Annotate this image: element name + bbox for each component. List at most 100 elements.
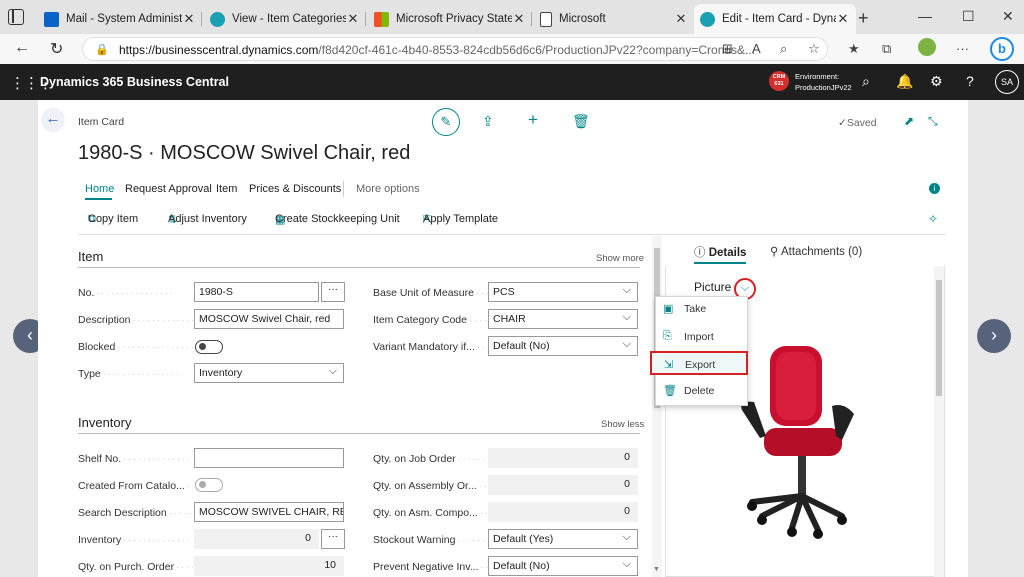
paperclip-icon: ⚲ [770, 246, 781, 258]
refresh-icon[interactable]: ↻ [50, 39, 63, 59]
bc-icon [700, 11, 715, 27]
menu-more-options[interactable]: More options [356, 183, 420, 195]
type-select[interactable]: Inventory [194, 363, 344, 383]
apps-icon[interactable]: ⊞ [722, 41, 733, 57]
environment-value: ProductionJPv22 [795, 83, 852, 92]
prevent-negative-label: Prevent Negative Inv... [373, 561, 488, 573]
browser-tab-item-card[interactable]: Edit - Item Card - Dynamic ✕ [694, 4, 856, 34]
menu-request-approval[interactable]: Request Approval [125, 183, 212, 195]
extension-icon[interactable] [918, 38, 936, 56]
notifications-icon[interactable]: 🔔 [896, 73, 913, 90]
minimize-icon[interactable]: — [918, 8, 932, 24]
close-window-icon[interactable]: ✕ [1002, 8, 1014, 25]
qty-assembly-order-label: Qty. on Assembly Or... [373, 480, 488, 492]
browser-tab-item-categories[interactable]: View - Item Categories - D ✕ [204, 4, 366, 34]
search-description-field[interactable]: MOSCOW SWIVEL CHAIR, RED [194, 502, 344, 522]
settings-icon[interactable]: ⚙ [930, 73, 943, 90]
variant-mandatory-select[interactable]: Default (No) [488, 336, 638, 356]
maximize-icon[interactable]: ☐ [962, 8, 975, 25]
qty-job-order-label: Qty. on Job Order [373, 453, 488, 465]
base-uom-label: Base Unit of Measure [373, 287, 488, 299]
qty-asm-component-label: Qty. on Asm. Compo... [373, 507, 488, 519]
details-tab[interactable]: ⓘ Details [694, 244, 746, 260]
shelf-no-label: Shelf No. [78, 453, 193, 465]
microsoft-icon [374, 11, 389, 27]
import-icon: ⎘ [663, 330, 672, 342]
prevent-negative-select[interactable]: Default (No) [488, 556, 638, 576]
base-uom-select[interactable]: PCS [488, 282, 638, 302]
edit-pencil-icon[interactable]: ✎ [432, 108, 460, 136]
read-aloud-icon[interactable]: A [752, 41, 761, 56]
item-section-title[interactable]: Item [78, 249, 103, 264]
share-icon[interactable]: ⇪ [482, 113, 494, 130]
new-icon[interactable]: + [528, 110, 538, 130]
menu-prices-discounts[interactable]: Prices & Discounts [249, 183, 341, 195]
tab-actions-icon[interactable] [8, 9, 24, 25]
import-menu-item[interactable]: ⎘ Import [656, 325, 747, 349]
form-scrollbar[interactable]: ▼ [652, 236, 662, 577]
open-new-window-icon[interactable]: ⬈ [904, 114, 914, 128]
close-tab-icon[interactable]: ✕ [836, 11, 850, 27]
no-lookup-button[interactable]: ··· [321, 282, 345, 302]
back-icon[interactable]: ← [14, 39, 30, 57]
export-menu-item[interactable]: ⇲ Export [650, 351, 748, 375]
item-category-select[interactable]: CHAIR [488, 309, 638, 329]
description-field[interactable]: MOSCOW Swivel Chair, red [194, 309, 344, 329]
menu-home[interactable]: Home [85, 183, 114, 195]
inventory-value[interactable]: 0 [194, 529, 319, 549]
inventory-lookup-button[interactable]: ··· [321, 529, 345, 549]
url-host: https://businesscentral.dynamics.com [119, 43, 319, 57]
new-tab-icon[interactable]: + [858, 8, 869, 29]
chair-icon [741, 346, 854, 539]
browser-tab-microsoft[interactable]: Microsoft ✕ [534, 4, 694, 34]
show-less-link[interactable]: Show less [601, 419, 644, 430]
browser-tab-mail[interactable]: Mail - System Administrat ✕ [38, 4, 202, 34]
inventory-section-title[interactable]: Inventory [78, 415, 131, 430]
environment-info[interactable]: Environment: ProductionJPv22 [795, 71, 852, 93]
show-more-link[interactable]: Show more [596, 253, 644, 264]
favorites-icon[interactable]: ★ [848, 41, 860, 57]
qty-purch-order-value[interactable]: 10 [194, 556, 344, 576]
close-tab-icon[interactable]: ✕ [346, 11, 360, 27]
close-tab-icon[interactable]: ✕ [182, 11, 196, 27]
help-icon[interactable]: ? [966, 73, 974, 89]
shelf-no-field[interactable] [194, 448, 344, 468]
attachments-tab[interactable]: ⚲ Attachments (0) [770, 244, 862, 258]
favorite-add-icon[interactable]: ☆ [808, 41, 820, 57]
bing-icon[interactable]: b [990, 37, 1014, 61]
qty-asm-component-value[interactable]: 0 [488, 502, 638, 522]
delete-menu-item[interactable]: 🗑 Delete [656, 379, 747, 403]
avatar[interactable]: SA [995, 70, 1019, 94]
no-field[interactable]: 1980-S [194, 282, 319, 302]
pin-icon[interactable]: ✧ [928, 212, 938, 226]
info-icon[interactable]: i [929, 183, 940, 194]
created-from-catalog-toggle [195, 478, 223, 492]
browser-tab-strip: Mail - System Administrat ✕ View - Item … [0, 0, 1024, 34]
url-path: /f8d420cf-461c-4b40-8553-824cdb56d6c6/Pr… [318, 43, 756, 57]
take-menu-item[interactable]: ▣ Take [656, 297, 747, 321]
url-field[interactable]: 🔒 https://businesscentral.dynamics.com/f… [82, 37, 828, 61]
qty-assembly-order-value[interactable]: 0 [488, 475, 638, 495]
delete-icon[interactable]: 🗑 [572, 113, 590, 130]
collapse-icon[interactable]: ⤡ [928, 114, 938, 129]
more-icon[interactable]: ··· [956, 41, 969, 56]
back-arrow-icon[interactable]: ← [41, 108, 65, 132]
variant-mandatory-label: Variant Mandatory if... [373, 341, 488, 353]
menu-item[interactable]: Item [216, 183, 237, 195]
qty-job-order-value[interactable]: 0 [488, 448, 638, 468]
app-title[interactable]: Dynamics 365 Business Central [40, 75, 229, 89]
search-icon[interactable]: ⌕ [862, 73, 870, 90]
zoom-icon[interactable]: ⌕ [780, 41, 787, 57]
collections-icon[interactable]: ⧉ [882, 41, 891, 57]
stockout-warning-select[interactable]: Default (Yes) [488, 529, 638, 549]
browser-tab-privacy[interactable]: Microsoft Privacy Stateme ✕ [368, 4, 532, 34]
trash-icon: 🗑 [663, 385, 677, 397]
next-record-icon[interactable]: › [977, 319, 1011, 353]
close-tab-icon[interactable]: ✕ [512, 11, 526, 27]
close-tab-icon[interactable]: ✕ [674, 11, 688, 27]
stockout-warning-label: Stockout Warning [373, 534, 488, 546]
picture-actions-menu: ▣ Take ⎘ Import ⇲ Export 🗑 Delete [650, 296, 748, 406]
blocked-toggle[interactable] [195, 340, 223, 354]
page-icon [540, 11, 552, 27]
factbox-scrollbar[interactable] [934, 266, 944, 577]
